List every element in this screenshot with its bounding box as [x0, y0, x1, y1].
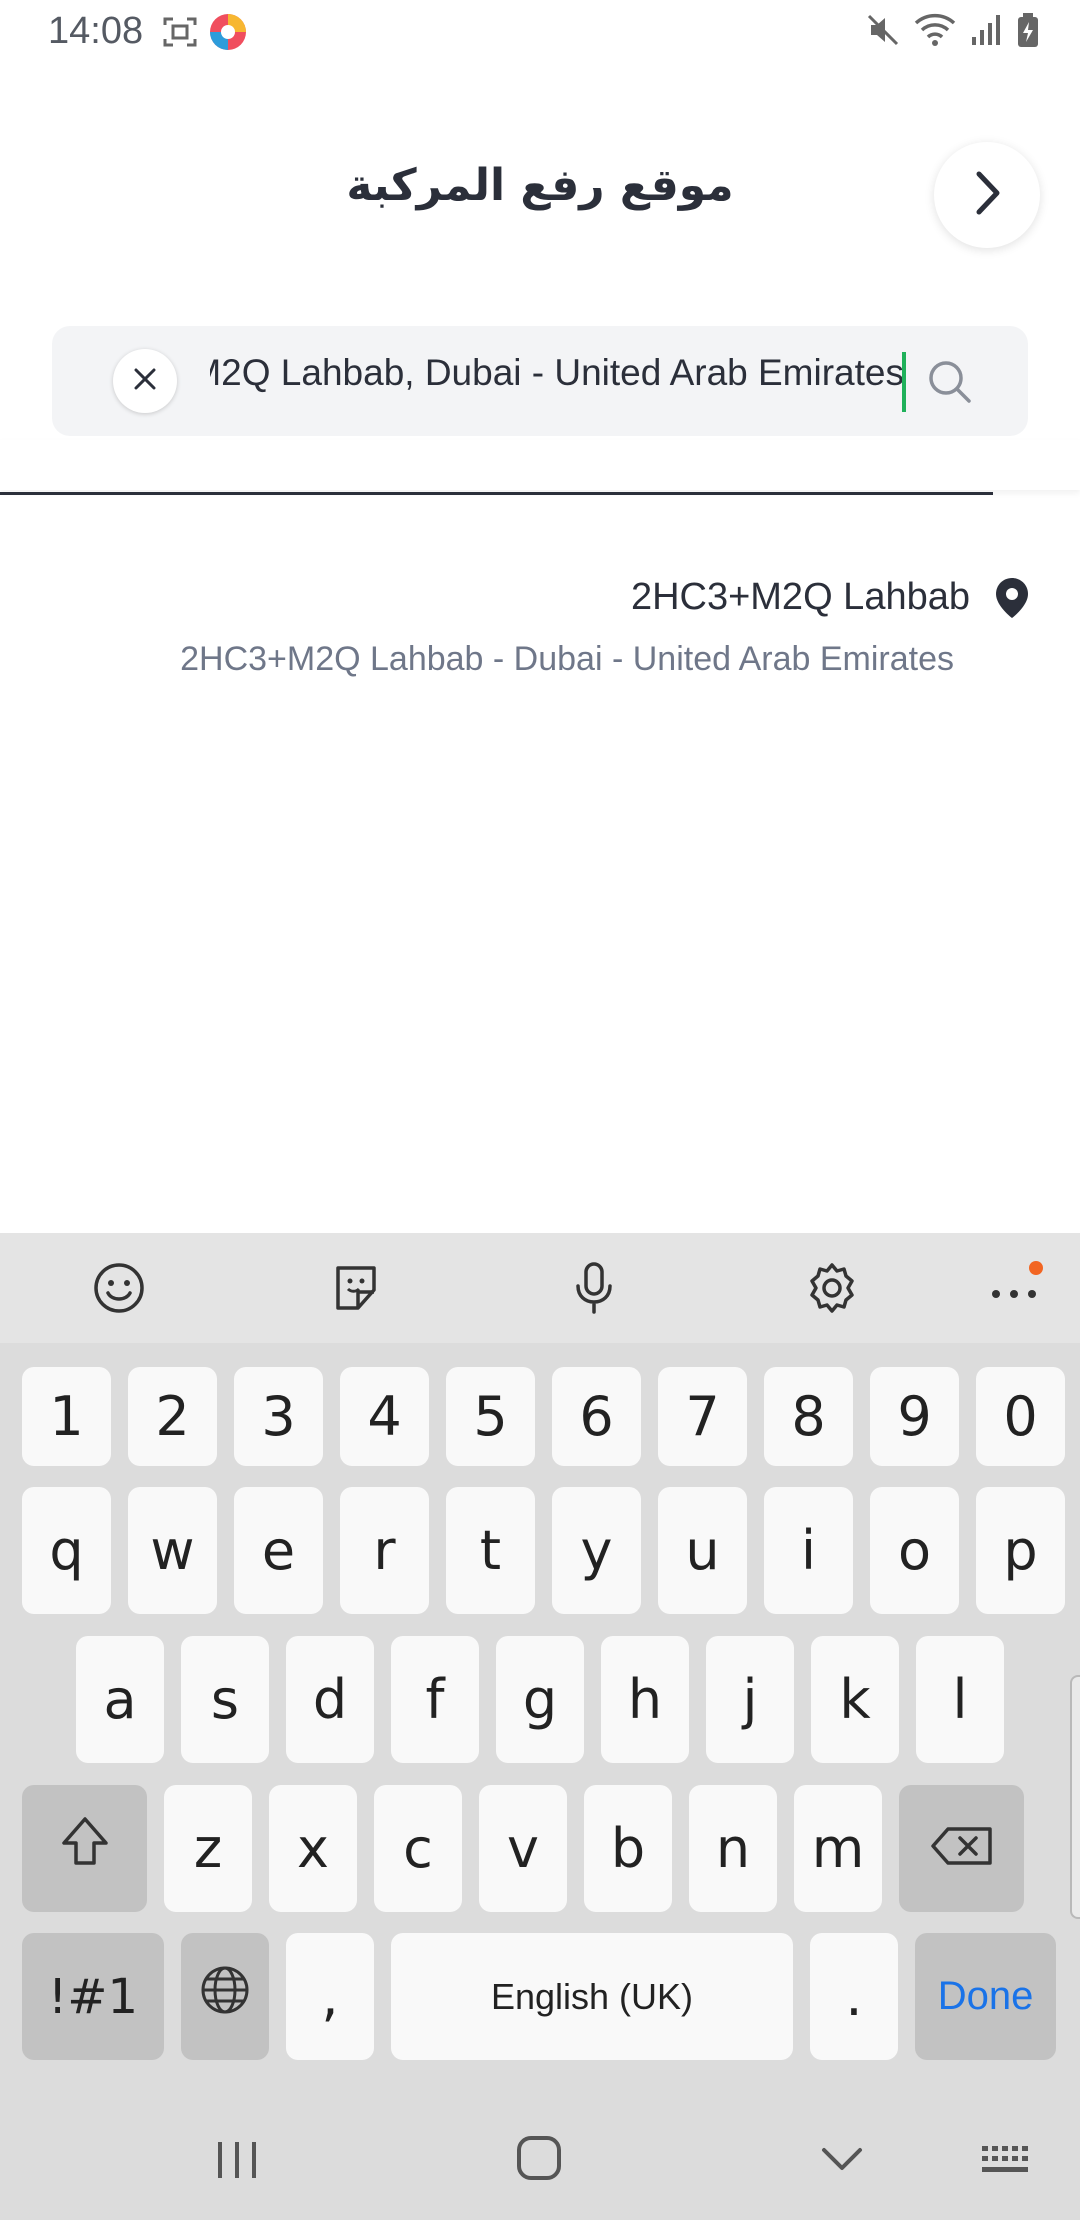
key-s[interactable]: s [181, 1636, 269, 1763]
back-button[interactable] [934, 142, 1040, 248]
settings-gear-icon[interactable] [802, 1258, 862, 1318]
mute-icon [866, 13, 900, 52]
divider [0, 492, 993, 495]
key-t[interactable]: t [446, 1487, 535, 1614]
backspace-key[interactable] [899, 1785, 1024, 1912]
key-f[interactable]: f [391, 1636, 479, 1763]
keyboard-row-q: q w e r t y u i o p [0, 1487, 1080, 1614]
hide-keyboard-icon[interactable] [818, 2142, 866, 2183]
key-6[interactable]: 6 [552, 1367, 641, 1466]
key-p[interactable]: p [976, 1487, 1065, 1614]
key-x[interactable]: x [269, 1785, 357, 1912]
keyboard-toolbar [0, 1233, 1080, 1343]
status-time: 14:08 [48, 10, 144, 52]
emoji-icon[interactable] [89, 1258, 149, 1318]
microphone-icon[interactable] [564, 1258, 624, 1318]
keyboard-switch-icon[interactable] [980, 2142, 1034, 2183]
key-2[interactable]: 2 [128, 1367, 217, 1466]
space-key[interactable]: English (UK) [391, 1933, 793, 2060]
edge-panel-handle[interactable] [1070, 1675, 1080, 1919]
key-l[interactable]: l [916, 1636, 1004, 1763]
search-input[interactable]: 2HC3+M2Q Lahbab, Dubai - United Arab Emi… [210, 352, 904, 410]
text-cursor [902, 352, 906, 412]
comma-key[interactable]: , [286, 1933, 374, 2060]
wifi-icon [914, 13, 956, 52]
key-0[interactable]: 0 [976, 1367, 1065, 1466]
home-icon[interactable] [515, 2134, 563, 2187]
key-d[interactable]: d [286, 1636, 374, 1763]
key-4[interactable]: 4 [340, 1367, 429, 1466]
key-8[interactable]: 8 [764, 1367, 853, 1466]
status-icons [866, 12, 1040, 53]
more-options-icon[interactable] [986, 1258, 1046, 1318]
key-y[interactable]: y [552, 1487, 641, 1614]
key-9[interactable]: 9 [870, 1367, 959, 1466]
key-e[interactable]: e [234, 1487, 323, 1614]
key-j[interactable]: j [706, 1636, 794, 1763]
key-z[interactable]: z [164, 1785, 252, 1912]
key-b[interactable]: b [584, 1785, 672, 1912]
period-key[interactable]: . [810, 1933, 898, 2060]
app-notification-icon [208, 12, 248, 57]
key-h[interactable]: h [601, 1636, 689, 1763]
key-a[interactable]: a [76, 1636, 164, 1763]
battery-charging-icon [1016, 12, 1040, 53]
key-q[interactable]: q [22, 1487, 111, 1614]
page-title: موقع رفع المركبة [346, 160, 734, 211]
key-c[interactable]: c [374, 1785, 462, 1912]
result-address[interactable]: 2HC3+M2Q Lahbab - Dubai - United Arab Em… [180, 640, 954, 679]
key-v[interactable]: v [479, 1785, 567, 1912]
recent-apps-icon[interactable] [212, 2138, 262, 2187]
result-title[interactable]: 2HC3+M2Q Lahbab [631, 576, 970, 619]
key-w[interactable]: w [128, 1487, 217, 1614]
search-panel-shadow [0, 440, 1080, 490]
key-g[interactable]: g [496, 1636, 584, 1763]
globe-icon [199, 1964, 251, 2029]
key-5[interactable]: 5 [446, 1367, 535, 1466]
screenshot-icon [162, 16, 198, 53]
clear-search-button[interactable] [113, 349, 177, 413]
key-o[interactable]: o [870, 1487, 959, 1614]
shift-key[interactable] [22, 1785, 147, 1912]
key-1[interactable]: 1 [22, 1367, 111, 1466]
search-icon [924, 356, 980, 412]
symbols-key[interactable]: !#1 [22, 1933, 164, 2060]
key-k[interactable]: k [811, 1636, 899, 1763]
chevron-right-icon [967, 170, 1007, 221]
key-7[interactable]: 7 [658, 1367, 747, 1466]
key-3[interactable]: 3 [234, 1367, 323, 1466]
signal-icon [970, 13, 1002, 52]
done-key[interactable]: Done [915, 1933, 1056, 2060]
location-pin-icon [992, 576, 1032, 625]
keyboard-row-numbers: 1 2 3 4 5 6 7 8 9 0 [0, 1367, 1080, 1466]
key-n[interactable]: n [689, 1785, 777, 1912]
key-u[interactable]: u [658, 1487, 747, 1614]
key-r[interactable]: r [340, 1487, 429, 1614]
language-key[interactable] [181, 1933, 269, 2060]
shift-arrow-icon [60, 1815, 110, 1882]
sticker-icon[interactable] [326, 1258, 386, 1318]
key-m[interactable]: m [794, 1785, 882, 1912]
keyboard-row-z: z x c v b n m [0, 1785, 1080, 1912]
backspace-icon [930, 1817, 994, 1880]
close-icon [132, 366, 158, 397]
keyboard-row-a: a s d f g h j k l [0, 1636, 1080, 1763]
key-i[interactable]: i [764, 1487, 853, 1614]
keyboard-row-bottom: !#1 , English (UK) . Done [0, 1933, 1080, 2060]
